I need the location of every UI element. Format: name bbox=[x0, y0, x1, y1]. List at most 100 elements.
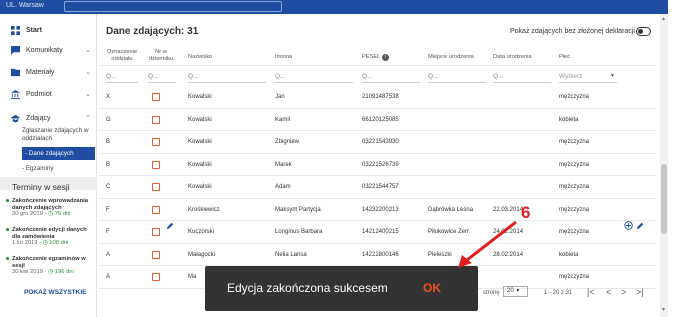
filter-plec-placeholder: Wybierz bbox=[559, 73, 583, 80]
table-cell-miejsce: Piłukowice Zerr bbox=[428, 229, 470, 235]
table-row[interactable]: F Krośkiewicz Maksym Partycja 14232200213 Dą… bbox=[98, 199, 656, 222]
sidebar-subitem-dane-zdajacych[interactable]: - Dane zdających bbox=[22, 147, 95, 160]
table-cell-nazwisko: Kowalski bbox=[188, 161, 212, 168]
edit-pencil-icon[interactable] bbox=[636, 222, 644, 230]
table-cell-oddzial: F bbox=[106, 229, 110, 235]
term-days: 196 dni bbox=[54, 269, 74, 275]
sidebar-subitem-zgloszenia[interactable]: Zgłaszanie zdających w oddziałach bbox=[22, 127, 96, 143]
add-circle-icon[interactable] bbox=[624, 221, 633, 230]
column-header-data[interactable]: Data urodzenia bbox=[493, 54, 532, 61]
table-cell-pesel: 66120125085 bbox=[362, 116, 399, 123]
table-cell-imiona: Jan bbox=[275, 94, 285, 100]
prev-page-icon[interactable]: < bbox=[606, 287, 611, 297]
column-header-imiona[interactable]: Imiona bbox=[275, 54, 292, 61]
table-cell-pesel: 21091487538 bbox=[362, 94, 399, 100]
table-row[interactable]: B Kowalski Marek 03221526739 mężczyzna bbox=[98, 154, 656, 177]
scroll-down-icon[interactable]: ▼ bbox=[661, 307, 666, 313]
table-row[interactable]: X Kowalski Jan 21091487538 mężczyzna bbox=[98, 86, 656, 109]
top-search-input[interactable] bbox=[64, 1, 282, 12]
snackbar-ok-button[interactable]: OK bbox=[423, 281, 441, 295]
pager-label: stronę bbox=[483, 290, 500, 296]
term-title: Zakończenie wprowadzania danych zdającyc… bbox=[12, 198, 89, 211]
filter-data-input[interactable]: Q... bbox=[493, 73, 551, 83]
table-cell-nazwisko: Kowalski bbox=[188, 94, 212, 100]
scrollbar-thumb[interactable] bbox=[661, 164, 667, 234]
filter-pesel-input[interactable]: Q... bbox=[362, 73, 420, 83]
sidebar-item-komunikaty[interactable]: Komunikaty ⌄ bbox=[0, 38, 97, 62]
column-header-oddzial[interactable]: Oznaczenie oddziału bbox=[106, 49, 138, 62]
scrollbar[interactable]: ▲ ▼ bbox=[660, 14, 668, 317]
table-cell-oddzial: A bbox=[106, 251, 111, 258]
pesel-label: PESEL bbox=[362, 54, 381, 60]
edit-pencil-icon[interactable] bbox=[166, 222, 174, 230]
table-cell-plec: mężczyzna bbox=[559, 184, 590, 190]
sidebar-item-label: Podmiot bbox=[26, 90, 52, 98]
table-row[interactable]: B Kowalski Zbigniew 03221543930 mężczyzna bbox=[98, 131, 656, 154]
info-icon[interactable]: i bbox=[381, 54, 389, 61]
table-row[interactable]: C Kowalski Adam 03221544757 mężczyzna bbox=[98, 176, 656, 199]
row-checkbox[interactable] bbox=[152, 228, 160, 236]
filter-nr-input[interactable]: Q... bbox=[148, 73, 176, 83]
row-checkbox[interactable] bbox=[152, 93, 160, 101]
filter-oddzial-input[interactable]: Q... bbox=[106, 73, 138, 83]
scroll-up-icon[interactable]: ▲ bbox=[661, 16, 666, 22]
table-cell-plec: mężczyzna bbox=[559, 94, 590, 100]
filter-nazwisko-input[interactable]: Q... bbox=[188, 73, 266, 83]
column-header-miejsce[interactable]: Miejsce urodzenia bbox=[428, 54, 474, 61]
sidebar-item-podmiot[interactable]: Podmiot ⌄ bbox=[0, 82, 97, 106]
table-cell-pesel: 14222800146 bbox=[362, 251, 399, 258]
row-checkbox[interactable] bbox=[152, 160, 160, 169]
terms-title: Terminy w sesji bbox=[12, 182, 70, 192]
table-cell-imiona: Zbigniew bbox=[275, 139, 300, 145]
show-all-button[interactable]: POKAŻ WSZYSTKIE bbox=[24, 289, 86, 296]
top-bar-context[interactable]: UL. Warsaw bbox=[6, 2, 44, 9]
next-page-icon[interactable]: > bbox=[621, 287, 626, 297]
clock-icon: ◷ bbox=[48, 211, 55, 217]
sidebar-item-label: Materiały bbox=[26, 68, 55, 76]
success-snackbar: Edycja zakończona sukcesem OK bbox=[205, 266, 478, 311]
row-checkbox[interactable] bbox=[152, 183, 160, 191]
row-checkbox[interactable] bbox=[152, 138, 160, 146]
chevron-down-icon: ⌄ bbox=[85, 47, 91, 54]
row-checkbox[interactable] bbox=[152, 273, 160, 281]
column-header-plec[interactable]: Płeć bbox=[559, 54, 570, 61]
last-page-icon[interactable]: >| bbox=[636, 287, 644, 297]
column-header-nazwisko[interactable]: Nazwisko bbox=[188, 54, 212, 61]
status-dot bbox=[6, 257, 9, 260]
declaration-toggle[interactable] bbox=[636, 27, 651, 36]
table-cell-plec: kobieta bbox=[559, 251, 579, 258]
folder-icon bbox=[11, 68, 20, 76]
dropdown-arrow-icon: ▼ bbox=[515, 288, 521, 294]
table-cell-nazwisko: Kowalski bbox=[188, 116, 212, 123]
row-checkbox[interactable] bbox=[152, 250, 160, 259]
sidebar-subitem-egzaminy[interactable]: - Egzaminy bbox=[22, 165, 96, 173]
table-cell-nazwisko: Kowalski bbox=[188, 139, 212, 145]
chevron-down-icon: ⌄ bbox=[85, 69, 91, 76]
table-row[interactable]: G Kowalski Kamil 66120125085 kobieta bbox=[98, 109, 656, 132]
filter-miejsce-input[interactable]: Q... bbox=[428, 73, 486, 83]
table-cell-nazwisko: Ma bbox=[188, 274, 197, 280]
column-header-pesel[interactable]: PESEL i bbox=[362, 54, 389, 61]
table-row[interactable]: F Kuczorski Longinus Barbara 14212400215 Pił… bbox=[98, 221, 656, 244]
table-cell-data: 22.03.2014 bbox=[493, 206, 524, 213]
table-cell-imiona: Nelia Larisa bbox=[275, 251, 307, 258]
table-cell-plec: mężczyzna bbox=[559, 206, 590, 213]
per-page-select[interactable]: 20 ▼ bbox=[503, 286, 528, 297]
table-cell-miejsce: Pieleszki bbox=[428, 251, 452, 258]
table-cell-imiona: Longinus Barbara bbox=[275, 229, 323, 235]
filter-imiona-input[interactable]: Q... bbox=[275, 73, 353, 83]
filter-plec-select[interactable]: Wybierz ▼ bbox=[559, 73, 617, 83]
table-cell-oddzial: B bbox=[106, 139, 111, 145]
column-header-nr[interactable]: Nr w dzienniku bbox=[148, 49, 174, 62]
first-page-icon[interactable]: |< bbox=[587, 287, 595, 297]
table-cell-plec: mężczyzna bbox=[559, 229, 590, 235]
row-checkbox[interactable] bbox=[152, 205, 160, 214]
table-row[interactable]: A Małagocki Nelia Larisa 14222800146 Pielesz… bbox=[98, 244, 656, 267]
sidebar-item-materialy[interactable]: Materiały ⌄ bbox=[0, 60, 97, 84]
row-checkbox[interactable] bbox=[152, 115, 160, 124]
term-item: Zakończenie wprowadzania danych zdającyc… bbox=[6, 198, 94, 218]
term-item: Zakończenie edycji danych dla zamówienia… bbox=[6, 227, 94, 247]
term-days: 75 dni bbox=[54, 211, 71, 217]
table-cell-plec: kobieta bbox=[559, 116, 579, 123]
table-cell-nazwisko: Małagocki bbox=[188, 251, 216, 258]
